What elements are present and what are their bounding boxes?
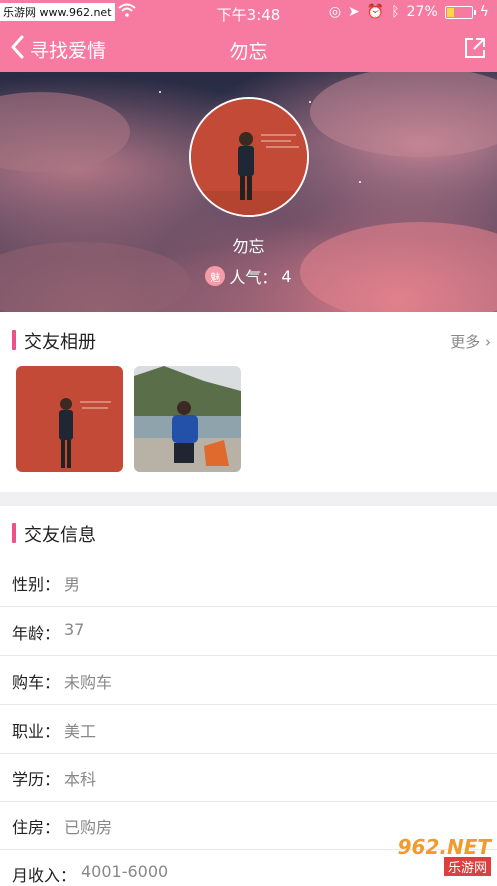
location-icon: ➤ — [348, 4, 360, 20]
album-more-link[interactable]: 更多 › — [450, 331, 491, 352]
info-row-education: 学历： 本科 — [0, 753, 497, 802]
info-value: 37 — [64, 620, 85, 639]
info-title: 交友信息 — [24, 525, 96, 546]
share-button[interactable] — [463, 36, 487, 64]
popularity-label: 人气： — [229, 268, 278, 287]
album-photo-1[interactable] — [16, 366, 123, 472]
info-label: 购车： — [12, 673, 61, 692]
battery-percent: 27% — [406, 4, 438, 20]
info-label: 年龄： — [12, 624, 61, 643]
heart-badge-icon: 魅 — [205, 266, 226, 286]
share-icon — [465, 38, 485, 58]
info-row-age: 年龄： 37 — [0, 607, 497, 656]
section-accent-bar — [12, 523, 16, 543]
info-label: 学历： — [12, 770, 61, 789]
status-bar: 乐游网 www.962.net 下午3:48 ◎ ➤ ⏰ ᛒ 27% ϟ — [0, 0, 497, 26]
info-value: 已购房 — [64, 818, 113, 837]
alarm-icon: ⏰ — [366, 4, 385, 20]
charging-icon: ϟ — [479, 4, 489, 20]
info-value: 未购车 — [64, 673, 113, 692]
lock-rotation-icon: ◎ — [328, 4, 342, 20]
watermark-brand: 962.NET — [397, 835, 491, 859]
album-photo-2[interactable] — [134, 366, 241, 472]
popularity-value: 4 — [281, 266, 292, 286]
info-label: 职业： — [12, 722, 61, 741]
section-divider — [0, 492, 497, 506]
popularity: 魅 人气： 4 — [0, 264, 497, 288]
info-label: 月收入： — [12, 866, 77, 885]
watermark-sub: 乐游网 — [443, 857, 491, 876]
site-watermark: 962.NET 乐游网 — [359, 837, 491, 877]
album-title: 交友相册 — [24, 332, 96, 353]
bluetooth-icon: ᛒ — [391, 4, 400, 20]
section-accent-bar — [12, 330, 16, 350]
page-title: 勿忘 — [229, 41, 268, 63]
avatar-photo — [191, 99, 307, 215]
info-section-header: 交友信息 — [0, 519, 497, 549]
info-value: 美工 — [64, 722, 97, 741]
info-row-gender: 性别： 男 — [0, 558, 497, 607]
info-row-job: 职业： 美工 — [0, 705, 497, 754]
album-section-header: 交友相册 更多 › — [0, 326, 497, 356]
avatar[interactable] — [189, 97, 309, 217]
nav-bar: 寻找爱情 勿忘 — [0, 26, 497, 72]
info-label: 性别： — [12, 575, 61, 594]
info-value: 本科 — [64, 770, 97, 789]
info-value: 4001-6000 — [81, 862, 169, 881]
info-row-car: 购车： 未购车 — [0, 656, 497, 705]
info-value: 男 — [64, 575, 81, 594]
info-label: 住房： — [12, 818, 61, 837]
profile-name: 勿忘 — [232, 237, 265, 256]
battery-icon — [444, 5, 476, 19]
